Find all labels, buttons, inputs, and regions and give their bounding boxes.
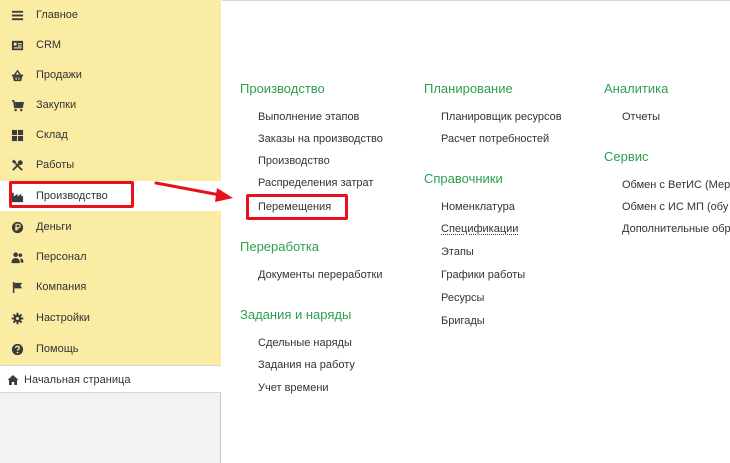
flag-icon — [10, 280, 24, 294]
link-piecework-orders[interactable]: Сдельные наряды — [258, 336, 352, 350]
link-stages-execution[interactable]: Выполнение этапов — [258, 110, 359, 124]
section-title-tasks-and-orders[interactable]: Задания и наряды — [240, 307, 351, 323]
sidebar-item-personnel[interactable]: Персонал — [0, 242, 221, 272]
link-exchange-vetis[interactable]: Обмен с ВетИС (Мер — [622, 178, 730, 192]
section-title-planning[interactable]: Планирование — [424, 81, 513, 97]
start-page-link[interactable]: Начальная страница — [0, 365, 221, 393]
sidebar-item-help[interactable]: Помощь — [0, 334, 221, 364]
sidebar-item-label: Помощь — [36, 343, 79, 355]
people-icon — [10, 250, 24, 264]
highlight-box-transfers — [246, 194, 348, 220]
gear-icon — [10, 311, 24, 325]
sidebar-item-label: Закупки — [36, 99, 77, 111]
warehouse-grid-icon — [10, 128, 24, 142]
sidebar-item-settings[interactable]: Настройки — [0, 303, 221, 333]
sidebar-item-main[interactable]: Главное — [0, 0, 221, 30]
section-title-production[interactable]: Производство — [240, 81, 325, 97]
link-exchange-is-mp[interactable]: Обмен с ИС МП (обу — [622, 200, 728, 214]
tools-icon — [10, 158, 24, 172]
section-panel: Производство Выполнение этапов Заказы на… — [222, 0, 730, 463]
sidebar-item-company[interactable]: Компания — [0, 272, 221, 302]
sidebar-item-label: Настройки — [36, 312, 90, 324]
section-title-references[interactable]: Справочники — [424, 171, 503, 187]
sidebar-item-purchases[interactable]: Закупки — [0, 90, 221, 120]
coin-icon — [10, 220, 24, 234]
link-work-schedules[interactable]: Графики работы — [441, 268, 525, 282]
help-circle-icon — [10, 342, 24, 356]
sidebar-item-warehouse[interactable]: Склад — [0, 120, 221, 150]
link-specifications[interactable]: Спецификации — [441, 222, 518, 236]
link-resource-planner[interactable]: Планировщик ресурсов — [441, 110, 562, 124]
section-title-service[interactable]: Сервис — [604, 149, 649, 165]
link-additional-processing[interactable]: Дополнительные обр — [622, 222, 730, 236]
home-icon — [7, 374, 19, 386]
sidebar-item-label: Продажи — [36, 69, 82, 81]
cart-icon — [10, 98, 24, 112]
link-production-orders[interactable]: Заказы на производство — [258, 132, 383, 146]
link-work-tasks[interactable]: Задания на работу — [258, 358, 355, 372]
sidebar-item-label: Компания — [36, 281, 87, 293]
sidebar-item-label: Работы — [36, 159, 75, 171]
sidebar-item-label: CRM — [36, 39, 62, 51]
contact-card-icon — [10, 38, 24, 52]
sidebar-item-sales[interactable]: Продажи — [0, 60, 221, 90]
menu-lines-icon — [10, 8, 24, 22]
start-page-label: Начальная страница — [24, 374, 131, 386]
sidebar-item-label: Деньги — [36, 221, 72, 233]
sidebar-item-works[interactable]: Работы — [0, 150, 221, 180]
link-nomenclature[interactable]: Номенклатура — [441, 200, 515, 214]
sidebar-item-label: Склад — [36, 129, 68, 141]
link-production[interactable]: Производство — [258, 154, 330, 168]
section-title-analytics[interactable]: Аналитика — [604, 81, 668, 97]
link-processing-documents[interactable]: Документы переработки — [258, 268, 382, 282]
link-stages[interactable]: Этапы — [441, 245, 474, 259]
section-title-processing[interactable]: Переработка — [240, 239, 319, 255]
sidebar-item-label: Персонал — [36, 251, 87, 263]
link-needs-calculation[interactable]: Расчет потребностей — [441, 132, 549, 146]
link-reports[interactable]: Отчеты — [622, 110, 660, 124]
sidebar-item-label: Главное — [36, 9, 79, 21]
sidebar-item-crm[interactable]: CRM — [0, 30, 221, 60]
link-resources[interactable]: Ресурсы — [441, 291, 484, 305]
sidebar-item-money[interactable]: Деньги — [0, 212, 221, 242]
link-time-tracking[interactable]: Учет времени — [258, 381, 329, 395]
link-cost-allocation[interactable]: Распределения затрат — [258, 176, 373, 190]
shopping-basket-icon — [10, 68, 24, 82]
highlight-box-production — [9, 181, 134, 208]
link-teams[interactable]: Бригады — [441, 314, 485, 328]
sidebar: Главное CRM Продажи Закупки Склад Работы… — [0, 0, 221, 463]
